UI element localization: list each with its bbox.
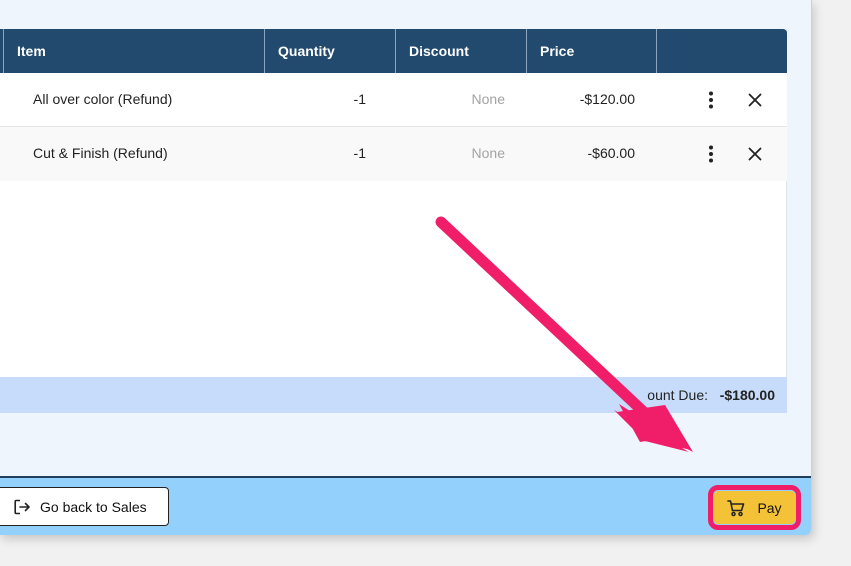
go-back-label: Go back to Sales bbox=[40, 498, 147, 515]
table-header: Item Quantity Discount Price bbox=[0, 29, 787, 73]
pay-label: Pay bbox=[757, 499, 782, 516]
row-discount[interactable]: None bbox=[472, 73, 505, 126]
row-quantity[interactable]: -1 bbox=[354, 73, 366, 126]
row-quantity[interactable]: -1 bbox=[354, 127, 366, 180]
pay-button[interactable]: Pay bbox=[708, 485, 801, 530]
amount-due-value: -$180.00 bbox=[719, 387, 775, 403]
footer-bar: Go back to Sales Pay bbox=[0, 476, 811, 535]
go-back-to-sales-button[interactable]: Go back to Sales bbox=[0, 487, 169, 526]
table-row: All over color (Refund) -1 None -$120.00 bbox=[0, 73, 787, 127]
cart-table: Item Quantity Discount Price All over co… bbox=[0, 29, 787, 413]
row-price: -$120.00 bbox=[579, 91, 635, 107]
row-discount[interactable]: None bbox=[472, 127, 505, 180]
close-icon[interactable] bbox=[741, 140, 769, 168]
column-header-quantity: Quantity bbox=[264, 29, 395, 73]
row-item-name: All over color (Refund) bbox=[33, 91, 173, 107]
row-price: -$60.00 bbox=[587, 145, 635, 161]
amount-due-label: ount Due: bbox=[647, 387, 708, 403]
close-icon[interactable] bbox=[741, 86, 769, 114]
logout-icon bbox=[14, 499, 30, 514]
cart-icon bbox=[727, 499, 745, 516]
amount-due-bar: ount Due: -$180.00 bbox=[0, 377, 787, 413]
table-row: Cut & Finish (Refund) -1 None -$60.00 bbox=[0, 127, 787, 181]
column-header-price: Price bbox=[526, 29, 657, 73]
more-vertical-icon[interactable] bbox=[697, 140, 725, 168]
pos-window: Item Quantity Discount Price All over co… bbox=[0, 0, 812, 535]
column-header-item: Item bbox=[3, 29, 264, 73]
column-header-actions bbox=[656, 29, 787, 73]
row-item-name: Cut & Finish (Refund) bbox=[33, 145, 168, 161]
column-header-discount: Discount bbox=[395, 29, 526, 73]
more-vertical-icon[interactable] bbox=[697, 86, 725, 114]
